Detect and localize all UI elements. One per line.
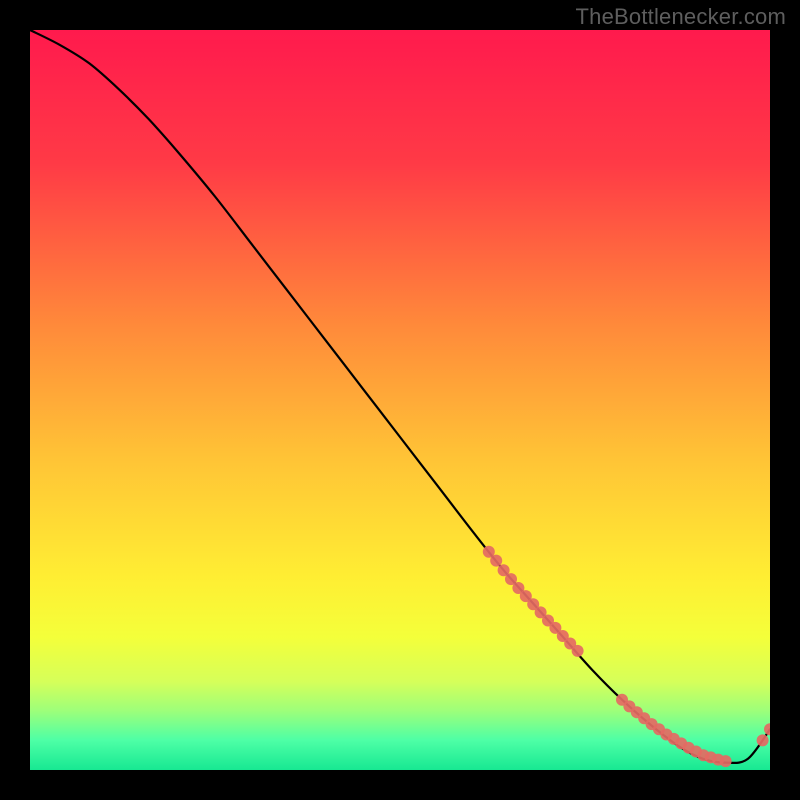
data-point (572, 645, 584, 657)
data-point (490, 555, 502, 567)
chart-frame: TheBottlenecker.com (0, 0, 800, 800)
watermark-text: TheBottlenecker.com (576, 4, 786, 30)
chart-svg (30, 30, 770, 770)
data-point (720, 755, 732, 767)
data-points (483, 546, 770, 767)
bottleneck-curve (30, 30, 770, 763)
plot-area (30, 30, 770, 770)
data-point (757, 734, 769, 746)
data-point (764, 723, 770, 735)
